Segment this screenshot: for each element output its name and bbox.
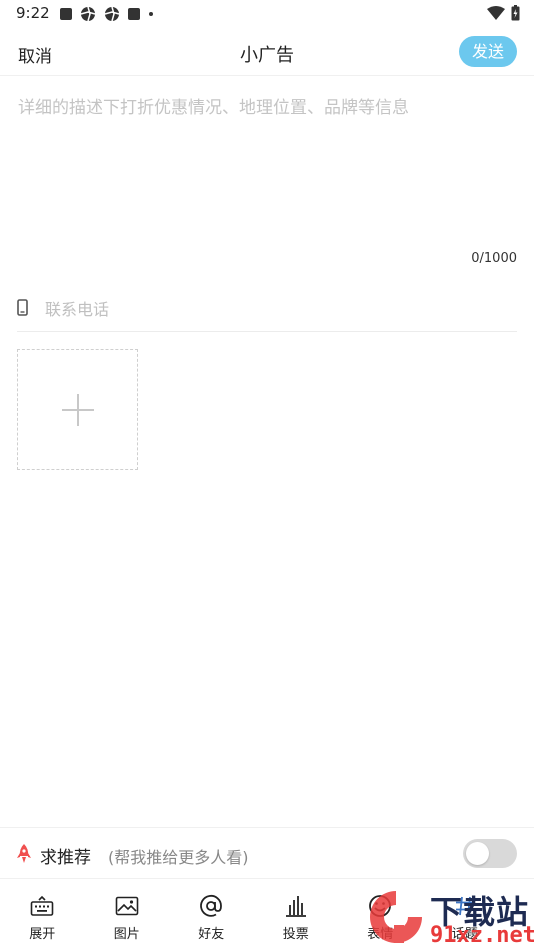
toolbar-label: 话题 [451, 927, 478, 942]
rocket-icon [16, 844, 32, 868]
send-button[interactable]: 发送 [459, 36, 517, 67]
plus-icon [61, 393, 94, 426]
notification-icons [60, 6, 154, 22]
recommend-label: 求推荐 [40, 848, 91, 868]
toolbar-label: 图片 [113, 927, 140, 942]
emoji-icon [368, 892, 392, 920]
phone-placeholder: 联系电话 [45, 299, 110, 319]
image-icon [115, 892, 139, 920]
system-icons [487, 5, 520, 21]
more-dot-icon [149, 12, 153, 16]
recommend-toggle[interactable] [463, 839, 517, 868]
char-count: 0/1000 [471, 251, 517, 266]
wifi-icon [487, 6, 505, 20]
add-photo-button[interactable] [17, 349, 138, 470]
phone-field[interactable]: 联系电话 [17, 284, 517, 332]
description-placeholder: 详细的描述下打折优惠情况、地理位置、品牌等信息 [18, 98, 409, 118]
toolbar-item-image[interactable]: 图片 [85, 880, 170, 950]
cancel-button[interactable]: 取消 [18, 42, 52, 67]
keyboard-icon [30, 892, 54, 920]
status-bar: 9:22 [0, 0, 534, 28]
page-title: 小广告 [240, 45, 294, 66]
at-icon [199, 892, 223, 920]
phone-icon [17, 299, 29, 316]
toolbar-item-friends[interactable]: 好友 [169, 880, 254, 950]
status-time: 9:22 [16, 4, 50, 22]
toggle-knob [466, 842, 489, 865]
toolbar-item-topic[interactable]: 话题 [423, 880, 508, 950]
notification-square-icon-2 [128, 8, 140, 20]
toolbar-label: 好友 [198, 927, 225, 942]
recommend-sublabel: (帮我推给更多人看) [108, 848, 249, 867]
recommend-row: 求推荐 (帮我推给更多人看) [0, 827, 534, 879]
notification-aperture-icon [80, 6, 96, 22]
topic-icon [453, 892, 477, 920]
toolbar-label: 投票 [282, 927, 309, 942]
vote-icon [284, 892, 308, 920]
toolbar-label: 表情 [367, 927, 394, 942]
toolbar-item-expand[interactable]: 展开 [0, 880, 85, 950]
battery-icon [511, 5, 520, 21]
nav-bar: 取消 小广告 发送 [0, 28, 534, 76]
bottom-toolbar: 展开 图片 好友 投票 表情 话题 [0, 880, 534, 950]
toolbar-label: 展开 [29, 927, 56, 942]
notification-aperture-icon-2 [104, 6, 120, 22]
notification-square-icon [60, 8, 72, 20]
toolbar-item-vote[interactable]: 投票 [254, 880, 339, 950]
toolbar-item-emoji[interactable]: 表情 [338, 880, 423, 950]
description-textarea[interactable]: 详细的描述下打折优惠情况、地理位置、品牌等信息 [18, 93, 518, 243]
